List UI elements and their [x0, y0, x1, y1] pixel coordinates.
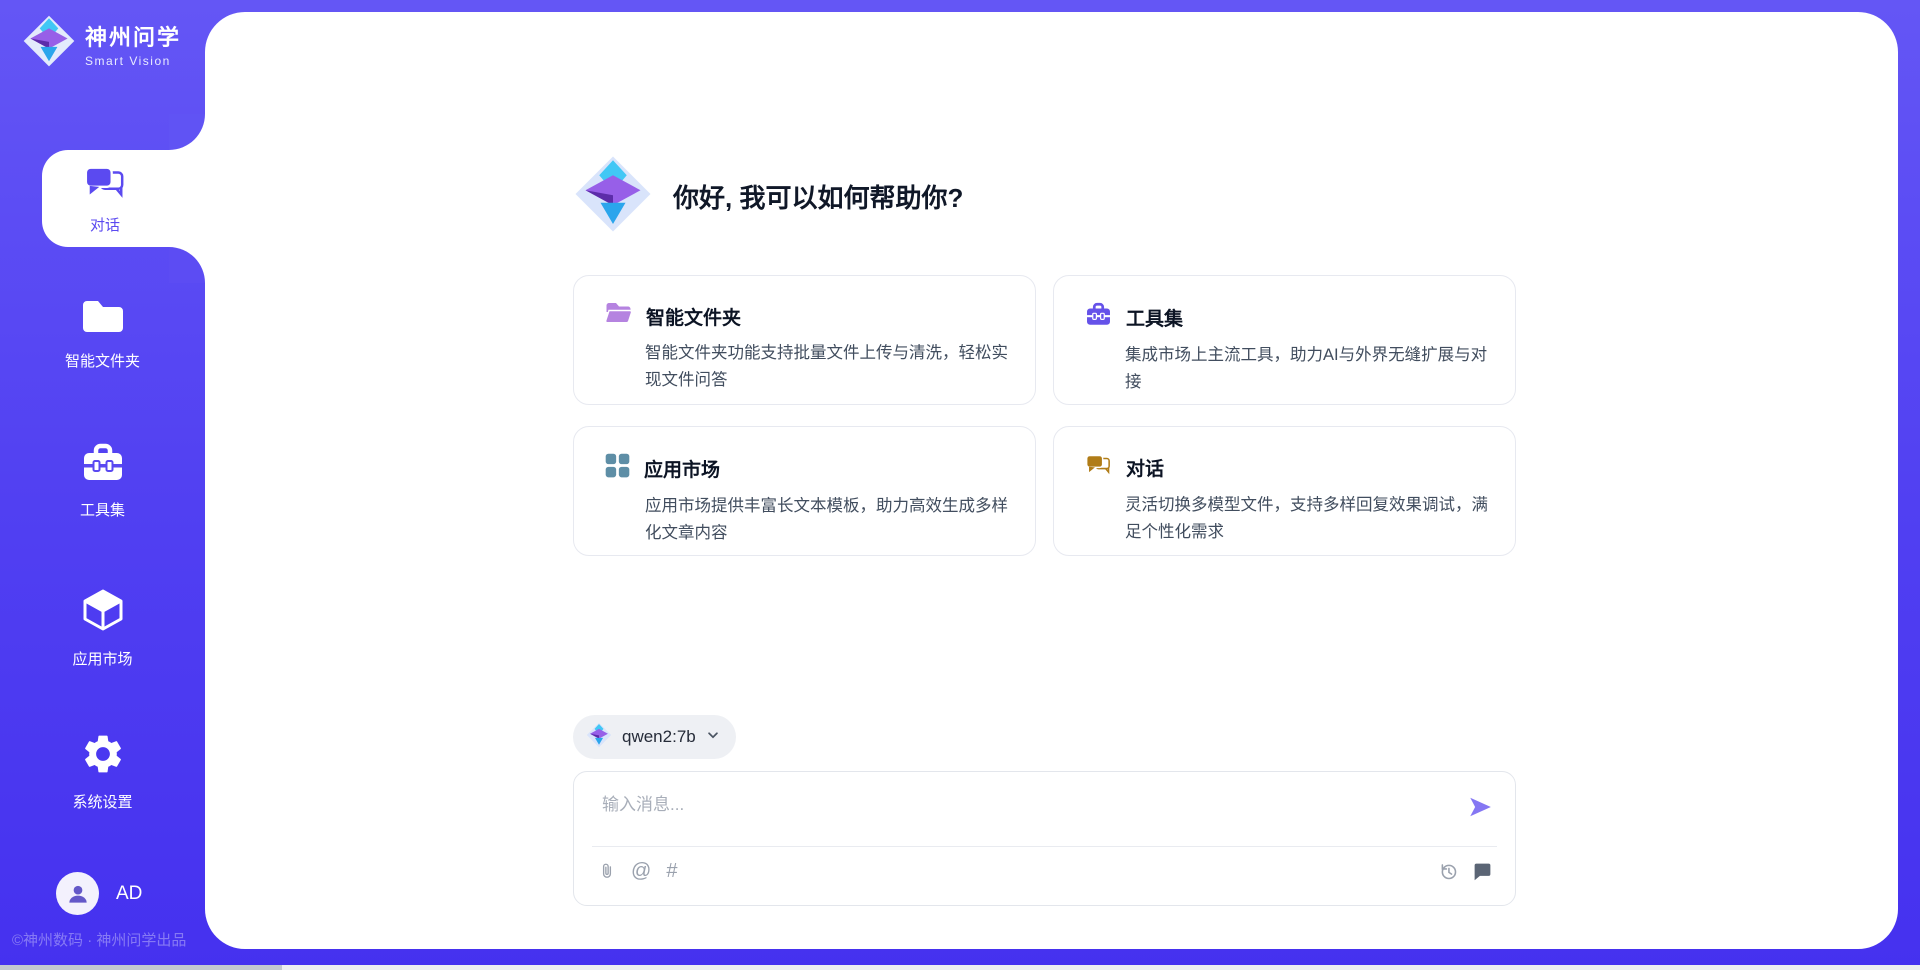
card-toolset[interactable]: 工具集 集成市场上主流工具，助力AI与外界无缝扩展与对接: [1053, 275, 1516, 405]
folder-icon: [79, 296, 127, 341]
sidebar-item-smart-folder[interactable]: 智能文件夹: [0, 296, 205, 371]
model-diamond-icon: [586, 722, 612, 753]
user-account[interactable]: AD: [56, 872, 142, 915]
card-chat[interactable]: 对话 灵活切换多模型文件，支持多样回复效果调试，满足个性化需求: [1053, 426, 1516, 556]
toolbox-icon: [79, 441, 127, 490]
sidebar-item-label: 应用市场: [72, 648, 132, 669]
history-icon: [1438, 861, 1459, 882]
person-icon: [65, 881, 91, 907]
hashtag-button[interactable]: #: [666, 861, 677, 881]
horizontal-scrollbar-thumb[interactable]: [0, 965, 282, 970]
card-description: 灵活切换多模型文件，支持多样回复效果调试，满足个性化需求: [1125, 492, 1491, 545]
chat-bubbles-icon: [82, 162, 128, 209]
sidebar-item-label: 智能文件夹: [65, 350, 140, 371]
folder-icon: [604, 301, 633, 331]
sidebar-item-app-market[interactable]: 应用市场: [0, 586, 205, 669]
brand-subtitle: Smart Vision: [85, 54, 181, 68]
model-selector[interactable]: qwen2:7b: [573, 715, 736, 759]
horizontal-scrollbar: [0, 965, 1920, 970]
message-input[interactable]: [600, 788, 1444, 840]
brand-diamond-icon: [22, 14, 76, 73]
grid-icon: [604, 452, 631, 484]
card-title: 对话: [1126, 454, 1164, 481]
history-button[interactable]: [1438, 861, 1459, 882]
app-window: 神州问学 Smart Vision 对话: [0, 0, 1920, 970]
card-app-market[interactable]: 应用市场 应用市场提供丰富长文本模板，助力高效生成多样化文章内容: [573, 426, 1036, 556]
sidebar-item-chat[interactable]: 对话: [42, 150, 212, 247]
comment-icon: [1472, 861, 1493, 882]
card-description: 集成市场上主流工具，助力AI与外界无缝扩展与对接: [1125, 342, 1491, 395]
card-smart-folder[interactable]: 智能文件夹 智能文件夹功能支持批量文件上传与清洗，轻松实现文件问答: [573, 275, 1036, 405]
brand-logo: 神州问学 Smart Vision: [22, 14, 181, 73]
card-description: 智能文件夹功能支持批量文件上传与清洗，轻松实现文件问答: [645, 340, 1011, 393]
conversations-button[interactable]: [1472, 861, 1493, 882]
composer-divider: [592, 846, 1497, 847]
sidebar-item-label: 工具集: [80, 499, 125, 520]
sidebar-item-toolset[interactable]: 工具集: [0, 441, 205, 520]
card-description: 应用市场提供丰富长文本模板，助力高效生成多样化文章内容: [645, 493, 1011, 546]
paperclip-icon: [598, 859, 616, 883]
assistant-diamond-icon: [573, 154, 653, 239]
toolbox-icon: [1084, 301, 1113, 333]
sidebar-item-settings[interactable]: 系统设置: [0, 731, 205, 812]
chevron-down-icon: [706, 728, 720, 747]
send-button[interactable]: [1467, 794, 1493, 820]
brand-name: 神州问学: [85, 20, 181, 52]
mention-button[interactable]: @: [631, 861, 651, 881]
cube-icon: [79, 586, 127, 639]
card-title: 工具集: [1126, 304, 1183, 331]
greeting-title: 你好, 我可以如何帮助你?: [673, 178, 963, 215]
sidebar-item-label: 对话: [90, 214, 120, 235]
chat-bubbles-icon: [1084, 452, 1113, 483]
tab-curve-bottom: [169, 247, 205, 283]
feature-cards: 智能文件夹 智能文件夹功能支持批量文件上传与清洗，轻松实现文件问答: [573, 275, 1516, 556]
user-initials: AD: [116, 883, 142, 905]
attach-file-button[interactable]: [598, 859, 616, 883]
card-title: 应用市场: [644, 455, 720, 482]
gear-icon: [80, 731, 126, 782]
message-composer: @ #: [573, 771, 1516, 906]
avatar: [56, 872, 99, 915]
tab-curve-top: [169, 114, 205, 150]
card-title: 智能文件夹: [646, 303, 741, 330]
content-layer: 你好, 我可以如何帮助你? 智能文件夹 智能文件夹功能支持批量文件上传与清洗，轻…: [205, 12, 1898, 949]
greeting-block: 你好, 我可以如何帮助你?: [573, 154, 963, 239]
sidebar-item-label: 系统设置: [72, 791, 132, 812]
model-name: qwen2:7b: [622, 727, 696, 747]
copyright-text: ©神州数码 · 神州问学出品: [12, 929, 186, 950]
